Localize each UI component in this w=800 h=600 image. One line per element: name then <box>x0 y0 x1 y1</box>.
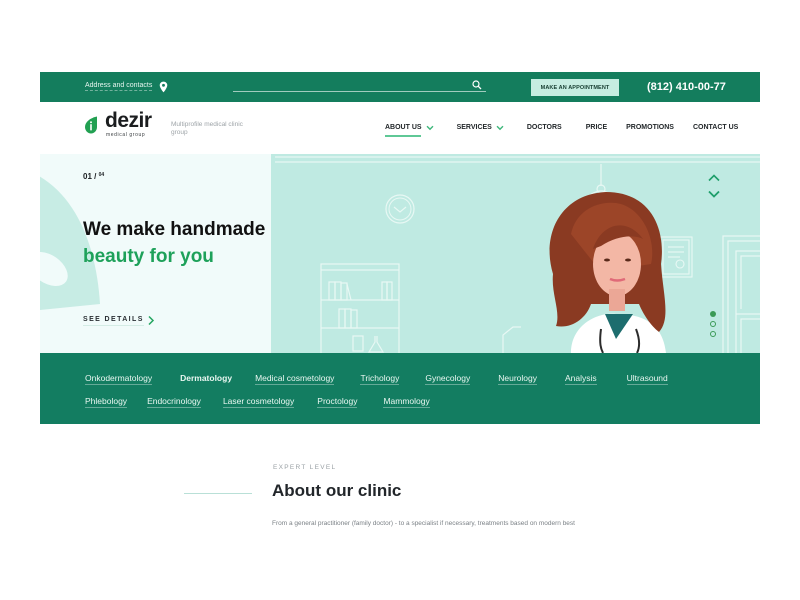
slide-separator: / <box>94 172 97 181</box>
service-link-neurology[interactable]: Neurology <box>498 373 537 385</box>
location-pin-icon[interactable] <box>159 81 168 93</box>
bookshelf-drawing <box>320 263 400 353</box>
service-link-ultrasound[interactable]: Ultrasound <box>626 373 668 385</box>
decorative-line <box>184 493 252 494</box>
doctor-figure <box>549 192 666 353</box>
search-icon[interactable] <box>472 80 482 90</box>
slide-counter: 01 / 04 <box>83 172 104 181</box>
make-appointment-button[interactable]: MAKE AN APPOINTMENT <box>531 79 619 96</box>
see-details-link[interactable]: SEE DETAILS <box>83 316 144 326</box>
services-row-2: Phlebology Endocrinology Laser cosmetolo… <box>85 390 760 413</box>
service-link-onkodermatology[interactable]: Onkodermatology <box>85 373 153 385</box>
service-link-laser-cosmetology[interactable]: Laser cosmetology <box>222 396 295 408</box>
address-contacts-link[interactable]: Address and contacts <box>85 82 153 91</box>
slide-current: 01 <box>83 172 92 181</box>
brand-subtitle: medical group <box>106 132 146 138</box>
nav-item-doctors[interactable]: DOCTORS <box>527 124 562 131</box>
service-link-dermatology[interactable]: Dermatology <box>180 373 232 385</box>
nav-item-about-us[interactable]: ABOUT US <box>385 124 434 137</box>
nav-label: PRICE <box>585 124 608 131</box>
service-link-medical-cosmetology[interactable]: Medical cosmetology <box>255 373 335 385</box>
certificate-drawing <box>659 236 693 278</box>
slide-total: 04 <box>98 172 105 178</box>
phone-number[interactable]: (812) 410-00-77 <box>647 81 726 93</box>
section-text: From a general practitioner (family doct… <box>272 520 575 527</box>
search-underline <box>233 91 486 92</box>
nav-label: SERVICES <box>456 124 492 131</box>
nav-label: CONTACT US <box>692 124 739 131</box>
service-link-proctology[interactable]: Proctology <box>317 396 358 408</box>
hero-subtitle: beauty for you <box>83 246 214 267</box>
nav-label: ABOUT US <box>385 124 422 131</box>
search-input[interactable] <box>233 78 468 91</box>
slider-dot-1[interactable] <box>710 311 716 317</box>
slider-dot-2[interactable] <box>710 321 716 327</box>
doctor-illustration <box>275 156 760 353</box>
active-underline <box>385 135 421 137</box>
leaf-logo-icon <box>85 116 97 134</box>
logo[interactable]: dezir medical group <box>84 109 156 140</box>
chevron-right-icon[interactable] <box>147 315 155 326</box>
page-frame: Address and contacts MAKE AN APPOINTMENT… <box>40 72 760 424</box>
section-eyebrow: EXPERT LEVEL <box>273 464 337 471</box>
hero-title: We make handmade <box>83 219 266 240</box>
brand-name: dezir <box>105 109 152 132</box>
tagline: Multiprofile medical clinic group <box>171 121 243 136</box>
chevron-down-icon[interactable] <box>707 190 721 199</box>
hero-slider: 01 / 04 We make handmade beauty for you … <box>40 154 760 353</box>
scroll-down-icon <box>385 194 415 224</box>
nav-item-promotions[interactable]: PROMOTIONS <box>626 124 674 131</box>
services-row-1: Onkodermatology Dermatology Medical cosm… <box>85 367 760 390</box>
top-bar: Address and contacts MAKE AN APPOINTMENT… <box>40 72 760 102</box>
header: dezir medical group Multiprofile medical… <box>40 102 760 154</box>
service-link-analysis[interactable]: Analysis <box>564 373 597 385</box>
chevron-up-icon[interactable] <box>707 173 721 182</box>
section-title: About our clinic <box>272 481 402 500</box>
service-link-gynecology[interactable]: Gynecology <box>425 373 471 385</box>
chevron-down-icon <box>496 125 504 130</box>
nav-item-contact-us[interactable]: CONTACT US <box>693 124 738 131</box>
nav-item-price[interactable]: PRICE <box>586 124 607 131</box>
about-section: EXPERT LEVEL About our clinic From a gen… <box>0 445 800 600</box>
service-link-trichology[interactable]: Trichology <box>360 373 400 385</box>
chevron-down-icon <box>426 125 434 130</box>
door-drawing <box>722 235 760 353</box>
nav-label: PROMOTIONS <box>626 124 674 131</box>
service-link-mammology[interactable]: Mammology <box>383 396 430 408</box>
service-link-phlebology[interactable]: Phlebology <box>85 396 128 408</box>
slider-dot-3[interactable] <box>710 331 716 337</box>
services-bar: Onkodermatology Dermatology Medical cosm… <box>40 353 760 424</box>
nav-item-services[interactable]: SERVICES <box>457 124 504 131</box>
service-link-endocrinology[interactable]: Endocrinology <box>147 396 201 408</box>
main-nav: ABOUT US SERVICES DOCTORS PRICE PROMOTIO… <box>385 124 738 137</box>
nav-label: DOCTORS <box>526 124 562 131</box>
